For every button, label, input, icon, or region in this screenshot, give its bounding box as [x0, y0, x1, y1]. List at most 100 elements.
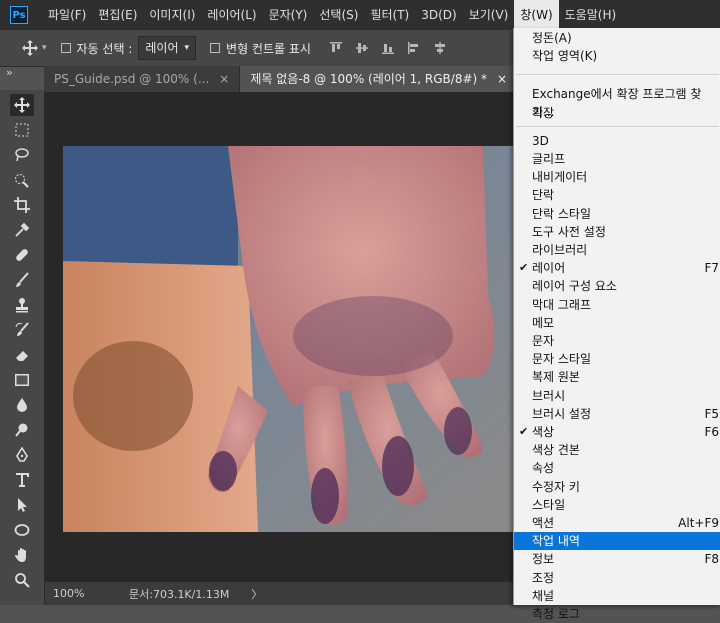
window-menu-item[interactable]: 메모	[514, 314, 720, 332]
window-menu-item[interactable]: 문자	[514, 332, 720, 350]
quick-selection-tool[interactable]	[10, 169, 34, 191]
window-menu-item[interactable]: 라이브러리	[514, 241, 720, 259]
arrow-pointer-icon	[18, 498, 27, 512]
window-menu-item[interactable]: 내비게이터	[514, 168, 720, 186]
window-menu-item[interactable]: 조정	[514, 569, 720, 587]
ellipse-tool[interactable]	[10, 519, 34, 541]
lasso-tool[interactable]	[10, 144, 34, 166]
hand-tool[interactable]	[10, 544, 34, 566]
menu-help[interactable]: 도움말(H)	[559, 0, 623, 30]
zoom-tool[interactable]	[10, 569, 34, 591]
move-icon	[22, 40, 38, 56]
menu-view[interactable]: 보기(V)	[463, 0, 515, 30]
window-menu-item[interactable]: 정돈(A)	[514, 29, 720, 47]
close-icon[interactable]: ×	[497, 66, 507, 92]
chevron-down-icon: ▾	[42, 43, 47, 53]
history-brush-tool[interactable]	[10, 319, 34, 341]
window-menu-item-label: 브러시	[532, 388, 566, 403]
window-menu-item[interactable]: 3D	[514, 132, 720, 150]
clone-stamp-tool[interactable]	[10, 294, 34, 316]
window-menu-item-label: 작업 영역(K)	[532, 49, 598, 64]
window-menu-item[interactable]: 브러시 설정 F5	[514, 405, 720, 423]
document-image-hand[interactable]	[63, 146, 513, 532]
document-size: 문서:703.1K/1.13M	[129, 587, 230, 601]
magnifier-icon	[15, 573, 30, 588]
window-menu-item[interactable]: 속성	[514, 459, 720, 477]
pen-tool[interactable]	[10, 444, 34, 466]
auto-select-value: 레이어	[145, 41, 179, 55]
menu-window[interactable]: 창(W)	[514, 0, 559, 30]
menu-filter[interactable]: 필터(T)	[364, 0, 415, 30]
show-transform-controls-checkbox[interactable]	[210, 43, 221, 53]
tools-panel	[0, 90, 45, 605]
menu-edit[interactable]: 편집(E)	[92, 0, 143, 30]
window-menu-item[interactable]: 막대 그래프	[514, 296, 720, 314]
blur-tool[interactable]	[10, 394, 34, 416]
align-top-icon[interactable]	[329, 41, 343, 55]
tab-label: PS_Guide.psd @ 100% (...	[54, 72, 210, 86]
tab-untitled-8[interactable]: 제목 없음-8 @ 100% (레이어 1, RGB/8#) * ×	[240, 66, 519, 92]
status-expand-arrow[interactable]: 〉	[251, 586, 262, 602]
window-menu-item-label: 문자	[532, 334, 555, 348]
menu-type[interactable]: 문자(Y)	[263, 0, 314, 30]
dodge-tool[interactable]	[10, 419, 34, 441]
window-menu-item-label: 액션	[532, 516, 555, 530]
healing-brush-tool[interactable]	[10, 244, 34, 266]
tab-ps-guide[interactable]: PS_Guide.psd @ 100% (... ×	[44, 66, 241, 92]
window-menu-item-label: 채널	[532, 588, 555, 603]
window-menu-item[interactable]: 측정 로그	[514, 605, 720, 623]
zoom-level[interactable]: 100%	[53, 587, 113, 600]
window-menu-item[interactable]: 색상 견본	[514, 441, 720, 459]
dodge-icon	[15, 423, 28, 437]
align-left-icon[interactable]	[407, 41, 421, 55]
menu-3d[interactable]: 3D(D)	[415, 0, 462, 30]
menu-file[interactable]: 파일(F)	[42, 0, 92, 30]
window-menu-item[interactable]: 글리프	[514, 150, 720, 168]
window-menu-item[interactable]: 작업 영역(K)	[514, 47, 720, 65]
window-menu-item[interactable]: 스타일	[514, 496, 720, 514]
window-menu-item[interactable]: 채널	[514, 587, 720, 605]
window-menu-item[interactable]: Exchange에서 확장 프로그램 찾기...	[514, 85, 720, 119]
path-selection-tool[interactable]	[10, 494, 34, 516]
menu-select[interactable]: 선택(S)	[313, 0, 364, 30]
gradient-tool[interactable]	[10, 369, 34, 391]
align-horizontal-center-icon[interactable]	[433, 41, 447, 55]
move-tool[interactable]	[10, 94, 34, 116]
window-menu-item-label: 색상	[532, 425, 555, 439]
move-tool-preset[interactable]: ▾	[22, 30, 47, 66]
window-menu-item[interactable]: 정보 F8	[514, 550, 720, 568]
window-menu-item[interactable]: 브러시	[514, 387, 720, 405]
close-icon[interactable]: ×	[219, 66, 229, 92]
auto-select-checkbox[interactable]	[60, 43, 71, 53]
show-transform-controls-label: 변형 컨트롤 표시	[226, 41, 311, 56]
marquee-tool[interactable]	[10, 119, 34, 141]
menu-layer[interactable]: 레이어(L)	[201, 0, 262, 30]
window-menu-item[interactable]: 작업 내역	[514, 532, 720, 551]
align-vertical-center-icon[interactable]	[355, 41, 369, 55]
window-menu-item-label: 복제 원본	[532, 370, 580, 385]
window-menu-item-label: 정보	[532, 552, 555, 567]
type-tool[interactable]	[10, 469, 34, 491]
align-bottom-icon[interactable]	[381, 41, 395, 55]
window-menu-item[interactable]: 확장	[514, 104, 720, 122]
move-icon	[14, 97, 30, 113]
crop-tool[interactable]	[10, 194, 34, 216]
eraser-tool[interactable]	[10, 344, 34, 366]
window-menu-item[interactable]: ✔ 레이어 F7	[514, 259, 720, 277]
window-menu-item[interactable]: 문자 스타일	[514, 350, 720, 368]
window-menu-item[interactable]: 단락 스타일	[514, 205, 720, 223]
auto-select-dropdown[interactable]: 레이어 ▾	[138, 36, 197, 60]
window-menu-item[interactable]: 레이어 구성 요소	[514, 277, 720, 295]
eyedropper-tool[interactable]	[10, 219, 34, 241]
window-menu-item[interactable]: ✔ 색상 F6	[514, 423, 720, 441]
window-menu-item[interactable]: 단락	[514, 186, 720, 204]
window-menu-item[interactable]: 액션 Alt+F9	[514, 514, 720, 532]
brush-tool[interactable]	[10, 269, 34, 291]
menu-image[interactable]: 이미지(I)	[143, 0, 201, 30]
stamp-icon	[16, 298, 28, 313]
window-menu-item[interactable]: 도구 사전 설정	[514, 223, 720, 241]
window-menu-item[interactable]: 수정자 키	[514, 478, 720, 496]
water-drop-icon	[17, 398, 27, 412]
panel-collapse-icon[interactable]: »	[6, 66, 13, 79]
window-menu-item[interactable]: 복제 원본	[514, 368, 720, 386]
